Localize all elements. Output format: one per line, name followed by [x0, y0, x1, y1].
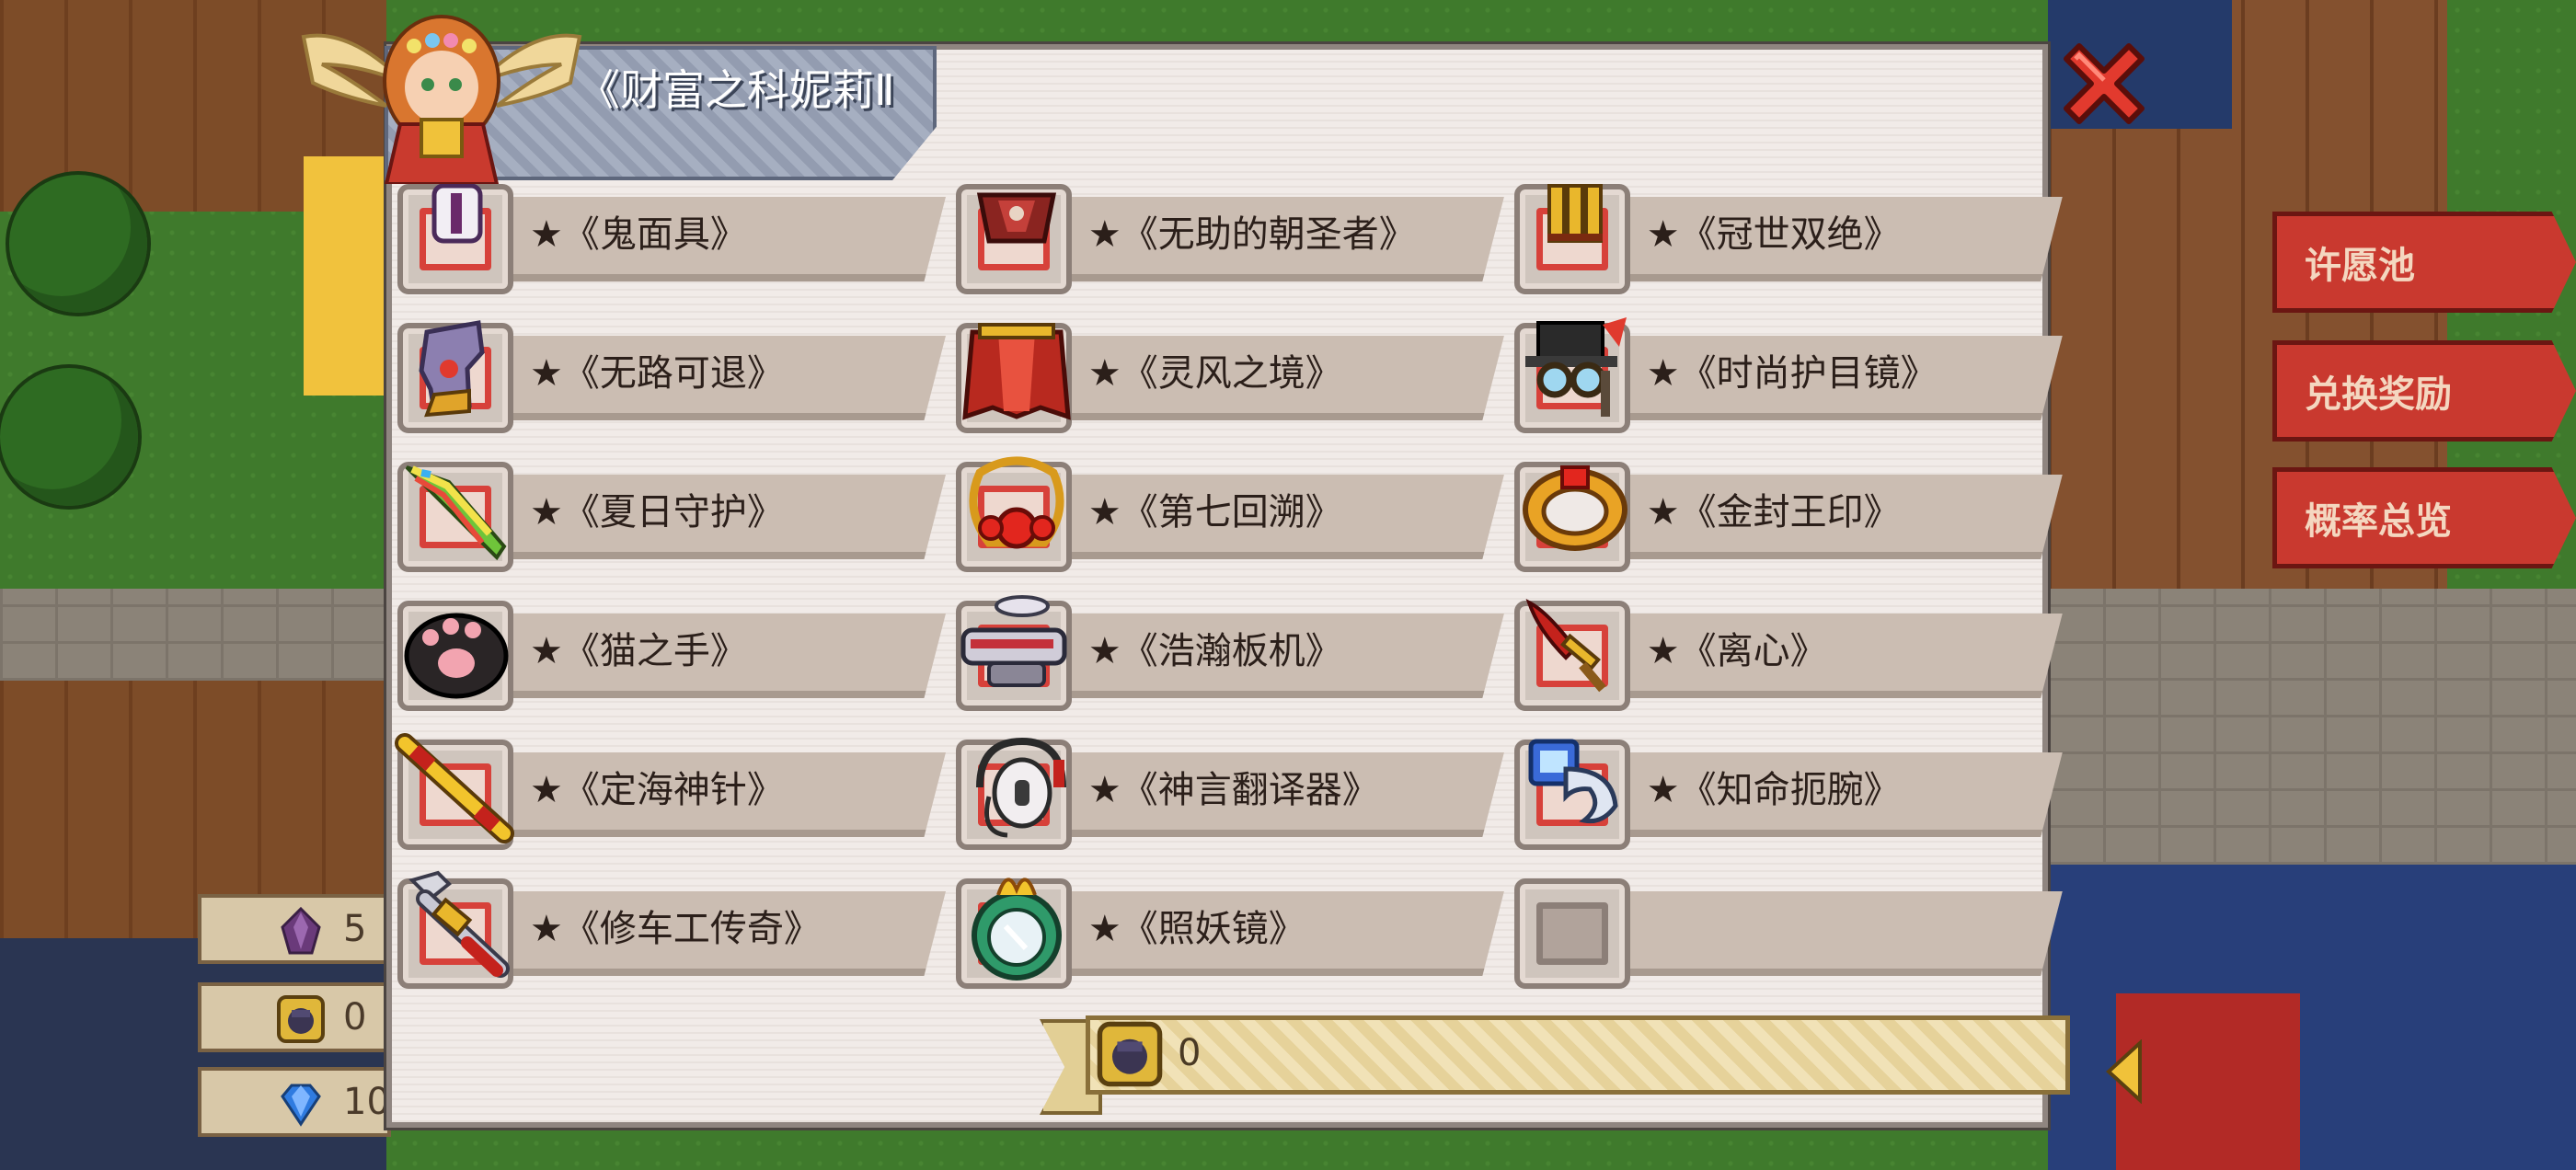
wrench-icon: [408, 870, 510, 978]
item-card[interactable]: ★《金封王印》: [1511, 454, 2067, 593]
close-button[interactable]: [2053, 33, 2155, 134]
item-name: ★《浩瀚板机》: [1087, 630, 1342, 672]
item-name: ★《灵风之境》: [1087, 352, 1342, 395]
item-name: ★《猫之手》: [530, 630, 747, 672]
item-card[interactable]: ★《时尚护目镜》: [1511, 315, 2067, 454]
item-name: ★《金封王印》: [1646, 491, 1901, 533]
goggles-hat-icon: [1524, 317, 1627, 417]
item-card[interactable]: ★《定海神针》: [394, 732, 950, 871]
crystal-icon: [281, 906, 321, 955]
item-card[interactable]: ★《无路可退》: [394, 315, 950, 454]
item-name: ★《冠世双绝》: [1646, 213, 1901, 256]
item-name: ★《定海神针》: [530, 769, 784, 811]
magic-mirror-icon: [971, 878, 1062, 981]
empty-item-card[interactable]: [1511, 871, 2067, 1010]
item-name: ★《无路可退》: [530, 352, 784, 395]
item-card[interactable]: ★《修车工传奇》: [394, 870, 950, 1010]
side-tab-label: 许愿池: [2305, 245, 2415, 287]
currency-gem: 10: [198, 1067, 391, 1137]
panel-title: 《财富之科妮莉Ⅱ: [578, 65, 895, 115]
item-name: ★《鬼面具》: [530, 213, 747, 256]
item-name: ★《无助的朝圣者》: [1087, 213, 1416, 256]
robot-claw-icon: [1528, 739, 1618, 824]
item-card[interactable]: ★《冠世双绝》: [1511, 177, 2067, 315]
item-name: ★《夏日守护》: [530, 491, 784, 533]
golden-staff-icon: [395, 733, 514, 843]
item-card[interactable]: ★《鬼面具》: [394, 177, 950, 315]
golden-ring-icon: [1522, 465, 1627, 551]
side-tab-wishing-pool[interactable]: 许愿池: [2272, 212, 2576, 313]
currency-value: 10: [343, 1081, 390, 1123]
red-cloak-icon: [962, 323, 1071, 420]
item-row: ★《无路可退》 ★《灵风之境》 ★《时尚护目镜》: [394, 315, 2063, 454]
currency-value: 5: [343, 908, 367, 950]
token-counter-bar: [1086, 1015, 2070, 1095]
item-name: ★《修车工传奇》: [530, 908, 821, 950]
item-card[interactable]: ★《知命扼腕》: [1511, 732, 2067, 871]
item-name: ★《第七回溯》: [1087, 491, 1342, 533]
currency-token: 0: [198, 982, 391, 1052]
item-grid: ★《鬼面具》 ★《无助的朝圣者》 ★《冠世双绝》 ★《无路可退》 ★《灵风之境》 ★《时尚…: [394, 177, 2063, 1010]
item-row: ★《鬼面具》 ★《无助的朝圣者》 ★《冠世双绝》: [394, 177, 2063, 315]
side-tab-label: 概率总览: [2305, 500, 2452, 543]
red-dagger-icon: [1525, 599, 1606, 693]
item-card[interactable]: ★《夏日守护》: [394, 454, 950, 593]
character-avatar: [301, 15, 582, 184]
pilgrim-armor-icon: [976, 192, 1056, 244]
ghost-mask-icon: [431, 183, 483, 244]
side-tab-label: 兑换奖励: [2305, 373, 2452, 416]
item-name: ★《知命扼腕》: [1646, 769, 1901, 811]
token-icon: [277, 995, 325, 1043]
item-row: ★《夏日守护》 ★《第七回溯》 ★《金封王印》: [394, 454, 2063, 593]
ruby-necklace-icon: [969, 456, 1064, 549]
item-card[interactable]: ★《照妖镜》: [952, 871, 1509, 1010]
close-icon: [2064, 43, 2145, 124]
item-name: ★《神言翻译器》: [1087, 769, 1379, 811]
twin-crown-icon: [1547, 184, 1603, 243]
item-name: ★《离心》: [1646, 630, 1827, 672]
item-row: ★《定海神针》 ★《神言翻译器》 ★《知命扼腕》: [394, 732, 2063, 871]
side-tab-probability[interactable]: 概率总览: [2272, 467, 2576, 568]
item-card[interactable]: ★《猫之手》: [394, 593, 950, 732]
rainbow-blade-icon: [405, 465, 507, 561]
item-card[interactable]: ★《离心》: [1511, 593, 2067, 732]
item-name: ★《照妖镜》: [1087, 908, 1305, 950]
boots-icon: [419, 320, 485, 418]
item-card[interactable]: ★《无助的朝圣者》: [952, 177, 1509, 315]
item-card[interactable]: ★《浩瀚板机》: [952, 593, 1509, 732]
token-counter-value: 0: [1178, 1032, 1202, 1074]
item-card[interactable]: ★《灵风之境》: [952, 315, 1509, 454]
item-card[interactable]: ★《神言翻译器》: [952, 732, 1509, 871]
item-slot-frame: [1535, 902, 1608, 965]
cat-paw-icon: [404, 613, 509, 699]
headset-icon: [975, 737, 1066, 838]
token-icon: [1097, 1021, 1163, 1087]
side-tab-exchange[interactable]: 兑换奖励: [2272, 340, 2576, 442]
currency-crystal: 5: [198, 894, 391, 964]
item-card[interactable]: ★《第七回溯》: [952, 454, 1509, 593]
currency-value: 0: [343, 996, 367, 1038]
item-row: ★《猫之手》 ★《浩瀚板机》 ★《离心》: [394, 593, 2063, 732]
item-slot: [1513, 878, 1630, 989]
blaster-icon: [960, 595, 1067, 687]
item-name: ★《时尚护目镜》: [1646, 352, 1938, 395]
item-row: ★《修车工传奇》 ★《照妖镜》: [394, 870, 2063, 1010]
gem-icon: [281, 1084, 321, 1127]
arrow-left-icon[interactable]: [2105, 1039, 2142, 1104]
